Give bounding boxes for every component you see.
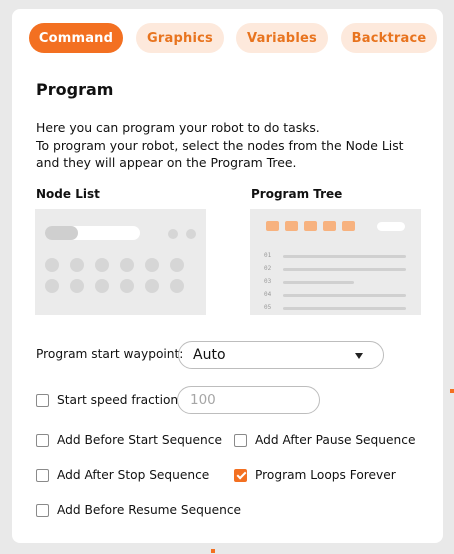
checkbox[interactable]	[36, 433, 49, 447]
tab-variables[interactable]: Variables	[236, 23, 328, 53]
option-label: Add After Pause Sequence	[255, 433, 416, 447]
checkbox[interactable]	[36, 468, 49, 482]
tree-toolbar-block	[342, 221, 355, 231]
node-list-illustration	[35, 209, 206, 315]
section-title: Program	[36, 80, 114, 99]
node-dot	[95, 279, 109, 293]
checkbox[interactable]	[234, 433, 247, 447]
tree-toolbar-pill	[377, 222, 405, 231]
program-tree-label: Program Tree	[251, 187, 343, 201]
node-dot	[186, 229, 196, 239]
tree-toolbar-block	[266, 221, 279, 231]
option-label: Add After Stop Sequence	[57, 468, 210, 482]
node-dot	[145, 279, 159, 293]
node-dot	[70, 258, 84, 272]
tree-toolbar-block	[285, 221, 298, 231]
speed-label: Start speed fraction	[57, 393, 179, 407]
description: Here you can program your robot to do ta…	[36, 119, 436, 172]
program-tree-illustration: 01 02 03 04 05	[250, 209, 421, 315]
description-line: To program your robot, select the nodes …	[36, 137, 404, 153]
tab-command[interactable]: Command	[29, 23, 123, 53]
option-add-after-pause[interactable]: Add After Pause Sequence	[234, 433, 415, 447]
tree-toolbar-block	[323, 221, 336, 231]
tree-line	[283, 281, 354, 284]
description-line: and they will appear on the Program Tree…	[36, 155, 297, 170]
speed-checkbox-row[interactable]: Start speed fraction	[36, 393, 178, 407]
waypoint-value: Auto	[193, 347, 226, 363]
checkbox-checked[interactable]	[234, 468, 247, 482]
tree-line	[283, 268, 406, 271]
tree-toolbar-block	[304, 221, 317, 231]
tree-line-number: 01	[264, 252, 272, 259]
tree-line	[283, 294, 406, 297]
node-dot	[168, 229, 178, 239]
option-label: Add Before Start Sequence	[57, 433, 222, 447]
option-program-loops-forever[interactable]: Program Loops Forever	[234, 468, 396, 482]
tree-line-number: 05	[264, 304, 272, 311]
tab-backtrace[interactable]: Backtrace	[341, 23, 437, 53]
chevron-down-icon	[355, 353, 363, 359]
tree-line	[283, 255, 406, 258]
node-dot	[120, 279, 134, 293]
node-list-label: Node List	[36, 187, 100, 201]
node-dot	[170, 258, 184, 272]
program-panel: Command Graphics Variables Backtrace Pro…	[12, 9, 443, 543]
speed-checkbox[interactable]	[36, 393, 49, 407]
tree-line-number: 04	[264, 291, 272, 298]
waypoint-label: Program start waypoint:	[36, 347, 184, 361]
tree-line	[283, 307, 406, 310]
tree-line-number: 02	[264, 265, 272, 272]
node-list-search-fill	[45, 226, 78, 240]
tab-graphics[interactable]: Graphics	[136, 23, 224, 53]
node-dot	[70, 279, 84, 293]
node-dot	[145, 258, 159, 272]
node-dot	[120, 258, 134, 272]
description-line: Here you can program your robot to do ta…	[36, 120, 320, 135]
option-label: Add Before Resume Sequence	[57, 503, 242, 517]
resize-handle-marker	[211, 549, 215, 553]
waypoint-select[interactable]: Auto	[178, 341, 384, 369]
option-add-after-stop[interactable]: Add After Stop Sequence	[36, 468, 209, 482]
node-dot	[45, 279, 59, 293]
option-add-before-start[interactable]: Add Before Start Sequence	[36, 433, 222, 447]
tree-line-number: 03	[264, 278, 272, 285]
resize-handle-marker	[450, 389, 454, 393]
node-dot	[95, 258, 109, 272]
speed-input[interactable]	[177, 386, 320, 414]
node-dot	[170, 279, 184, 293]
option-add-before-resume[interactable]: Add Before Resume Sequence	[36, 503, 241, 517]
option-label: Program Loops Forever	[255, 468, 396, 482]
checkbox[interactable]	[36, 503, 49, 517]
node-dot	[45, 258, 59, 272]
